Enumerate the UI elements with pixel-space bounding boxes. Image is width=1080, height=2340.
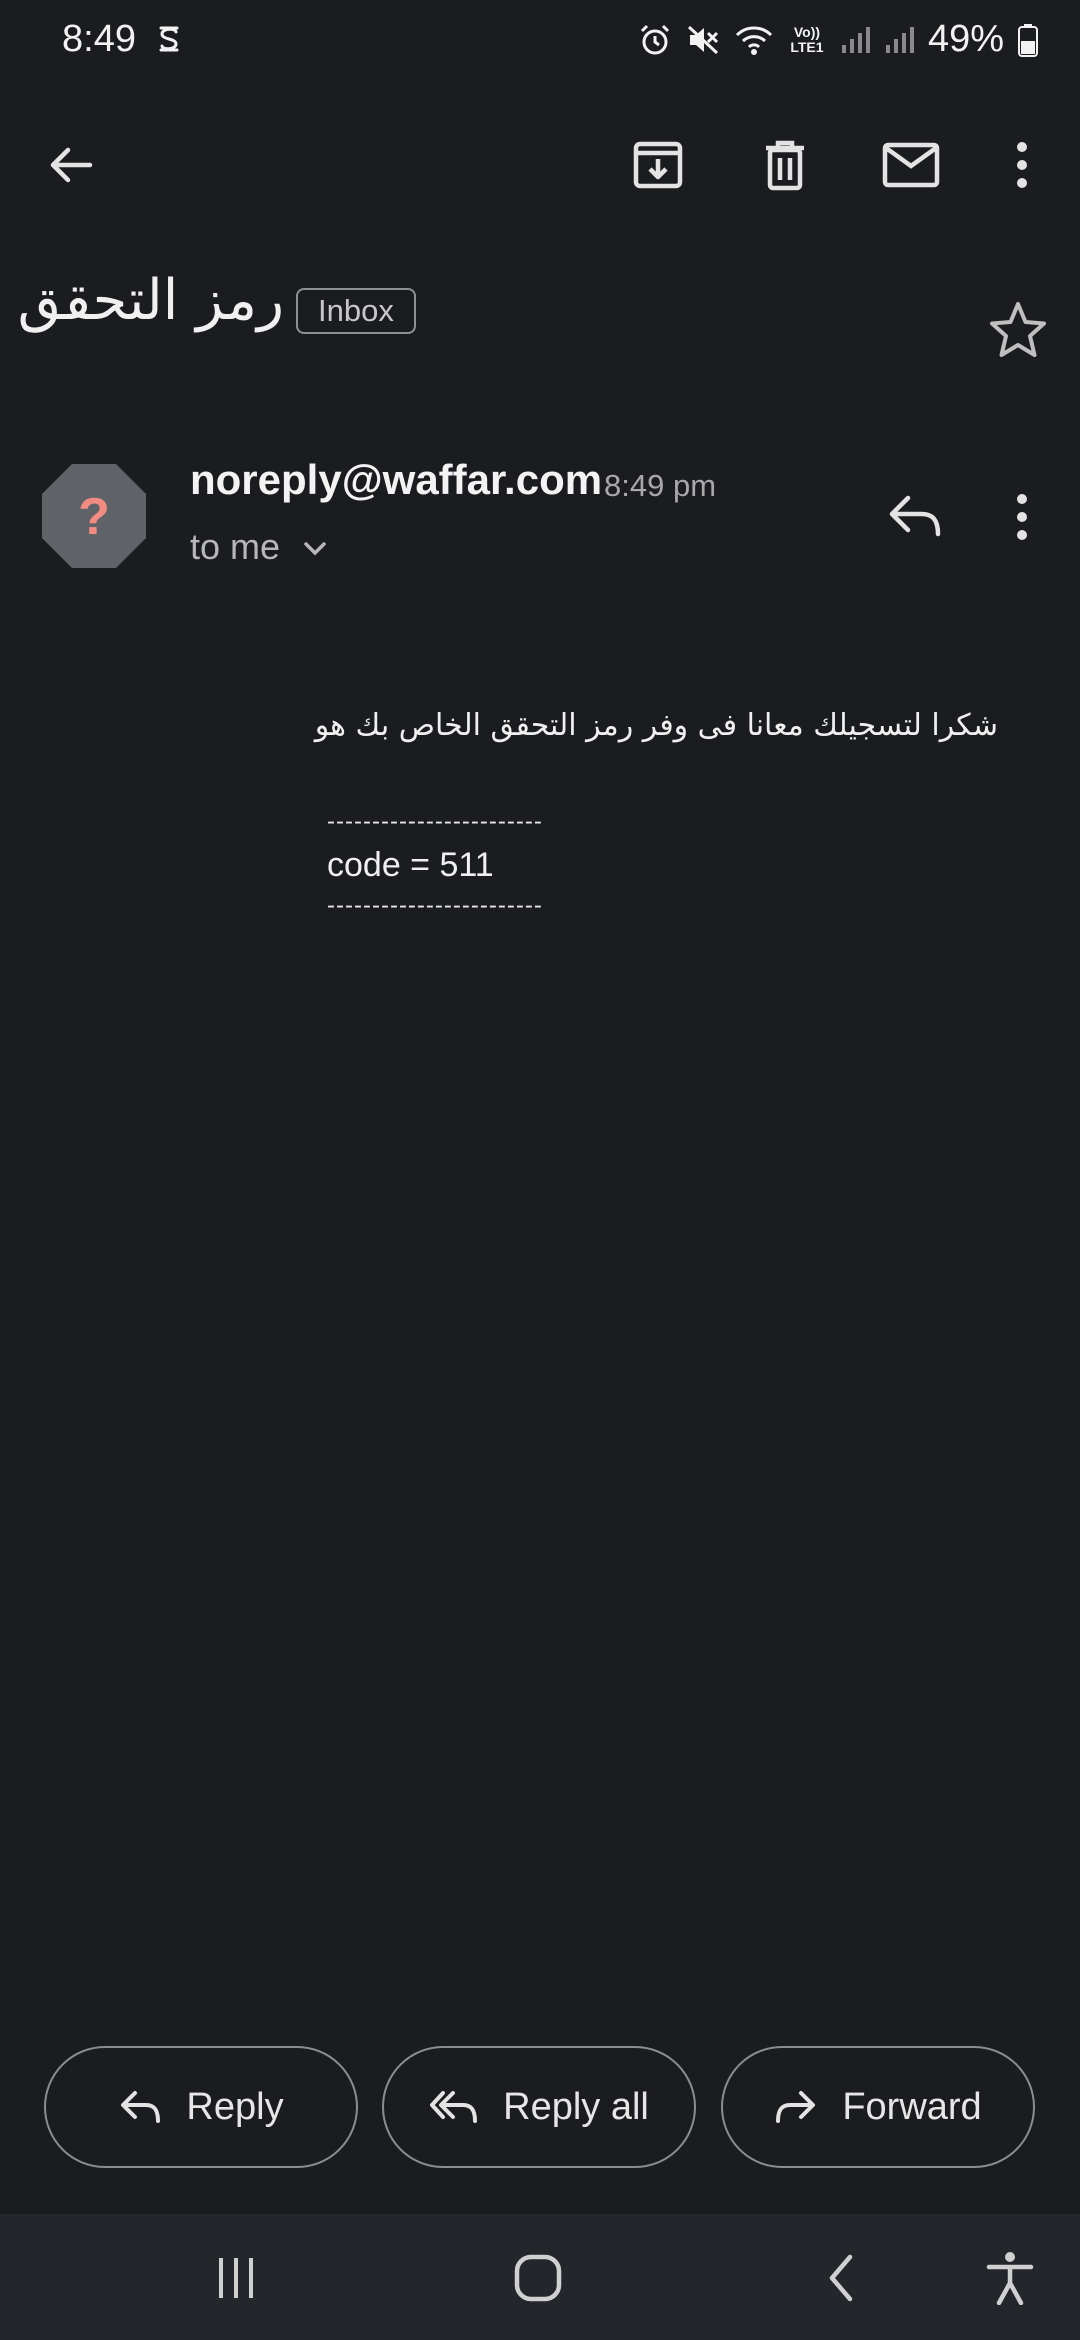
wifi-icon <box>734 23 774 57</box>
signal-icon <box>840 25 870 55</box>
reply-button[interactable]: Reply <box>44 2046 358 2168</box>
sender-avatar[interactable]: ? <box>40 462 148 570</box>
reply-icon[interactable] <box>882 484 948 550</box>
battery-icon <box>1018 23 1038 57</box>
inbox-label-chip[interactable]: Inbox <box>296 288 416 334</box>
chevron-down-icon[interactable] <box>300 534 330 564</box>
separator-line: ------------------------ <box>327 892 543 919</box>
home-icon[interactable] <box>508 2250 568 2306</box>
mute-icon <box>686 23 720 57</box>
back-icon[interactable] <box>812 2250 872 2306</box>
delete-icon[interactable] <box>752 132 818 198</box>
reply-all-label: Reply all <box>503 2085 649 2128</box>
reply-label: Reply <box>186 2085 284 2128</box>
back-arrow-icon[interactable] <box>38 132 104 198</box>
s-circle-icon <box>156 22 182 56</box>
star-icon[interactable] <box>986 298 1050 362</box>
reply-icon <box>118 2087 162 2127</box>
battery-percent: 49% <box>927 18 1004 60</box>
avatar-glyph: ? <box>78 488 110 546</box>
forward-button[interactable]: Forward <box>721 2046 1035 2168</box>
more-vert-icon[interactable] <box>1000 484 1044 550</box>
separator-line: ------------------------ <box>327 808 543 835</box>
email-subject: رمز التحقق <box>17 268 284 333</box>
sent-time: 8:49 pm <box>604 468 717 503</box>
archive-icon[interactable] <box>625 132 691 198</box>
body-text: شكرا لتسجيلك معانا فى وفر رمز التحقق الخ… <box>314 708 998 743</box>
forward-icon <box>774 2087 818 2127</box>
recipient-label[interactable]: to me <box>190 526 280 568</box>
sender-address[interactable]: noreply@waffar.com <box>190 456 602 504</box>
alarm-icon <box>638 23 672 57</box>
mail-icon[interactable] <box>878 132 944 198</box>
accessibility-icon[interactable] <box>980 2250 1040 2306</box>
more-vert-icon[interactable] <box>990 132 1054 198</box>
reply-all-icon <box>429 2087 479 2127</box>
reply-all-button[interactable]: Reply all <box>382 2046 696 2168</box>
verification-code: code = 511 <box>327 846 494 884</box>
signal-icon <box>884 25 914 55</box>
status-icons: Vo)) LTE1 49% <box>638 18 1038 61</box>
recents-icon[interactable] <box>206 2250 266 2306</box>
forward-label: Forward <box>842 2085 982 2128</box>
status-time: 8:49 <box>62 18 136 60</box>
network-label: Vo)) LTE1 <box>790 23 824 55</box>
